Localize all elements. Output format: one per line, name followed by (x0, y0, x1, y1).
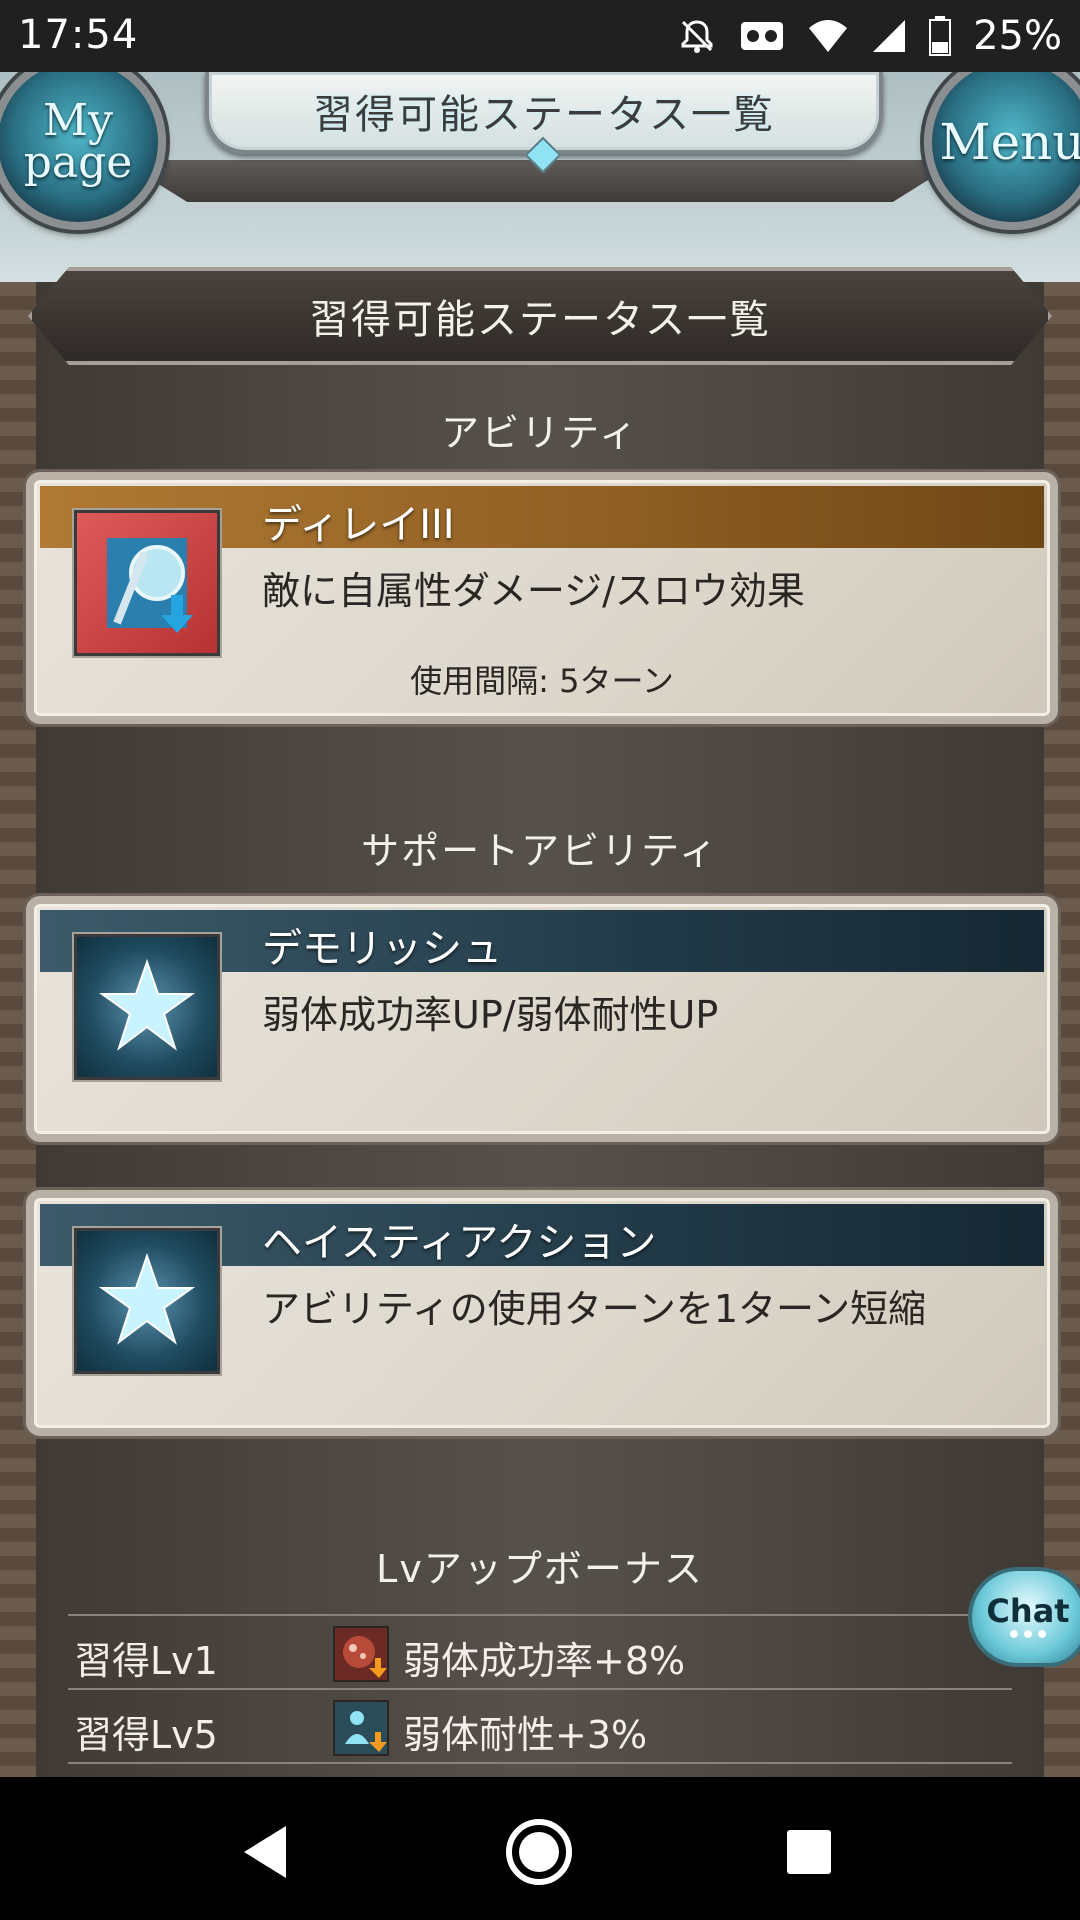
support-ability-description: アビリティの使用ターンを1ターン短縮 (262, 1287, 927, 1331)
back-button[interactable] (230, 1817, 300, 1887)
support-ability-card[interactable]: ヘイスティアクション アビリティの使用ターンを1ターン短縮 (26, 1190, 1058, 1436)
mypage-button[interactable]: My page (0, 72, 166, 230)
section-header: 習得可能ステータス一覧 (28, 267, 1052, 365)
chat-dots-icon: ••• (1006, 1623, 1050, 1648)
ability-name: ディレイIII (262, 502, 455, 548)
support-ability-name: ヘイスティアクション (262, 1220, 657, 1266)
ability-cooldown: 使用間隔: 5ターン (410, 662, 674, 700)
bonus-text: 弱体耐性+3% (403, 1713, 648, 1757)
menu-button[interactable]: Menu (924, 72, 1080, 230)
ability-card[interactable]: ディレイIII 敵に自属性ダメージ/スロウ効果 使用間隔: 5ターン (26, 472, 1058, 724)
bonus-text: 弱体成功率+8% (403, 1639, 686, 1683)
star-icon (74, 1228, 220, 1374)
game-screen: 習得可能ステータス一覧 My page Menu 習得可能ステータス一覧 アビリ… (0, 72, 1080, 1777)
status-bar: 17:54 25% (0, 0, 1080, 72)
debuff-resist-icon (333, 1700, 389, 1756)
debuff-success-icon (333, 1626, 389, 1682)
support-ability-heading: サポートアビリティ (0, 820, 1080, 875)
ability-heading: アビリティ (0, 402, 1080, 457)
level-bonus-heading: Lvアップボーナス (0, 1538, 1080, 1593)
bonus-level: 習得Lv5 (74, 1713, 218, 1757)
star-icon (74, 934, 220, 1080)
support-ability-name: デモリッシュ (262, 926, 502, 972)
system-nav-bar (0, 1777, 1080, 1920)
bonus-row: 習得Lv1 弱体成功率+8% (68, 1614, 1012, 1688)
notifications-off-icon (677, 16, 717, 56)
delay-icon (74, 510, 220, 656)
vr-icon (739, 18, 785, 54)
status-icons: 25% (677, 10, 1062, 62)
bonus-level: 習得Lv1 (74, 1639, 218, 1683)
signal-icon (871, 18, 907, 54)
nav-title: 習得可能ステータス一覧 (313, 92, 775, 138)
wifi-icon (807, 18, 849, 54)
ability-description: 敵に自属性ダメージ/スロウ効果 (262, 569, 805, 613)
battery-percent: 25% (973, 13, 1062, 59)
clock: 17:54 (18, 12, 139, 58)
bonus-divider (68, 1762, 1012, 1764)
support-ability-description: 弱体成功率UP/弱体耐性UP (262, 993, 719, 1037)
home-button[interactable] (504, 1817, 574, 1887)
bonus-row: 習得Lv5 弱体耐性+3% (68, 1688, 1012, 1762)
chat-button[interactable]: Chat ••• (968, 1567, 1080, 1667)
battery-icon (929, 16, 952, 56)
section-title: 習得可能ステータス一覧 (309, 297, 771, 343)
recents-button[interactable] (774, 1817, 844, 1887)
support-ability-card[interactable]: デモリッシュ 弱体成功率UP/弱体耐性UP (26, 896, 1058, 1142)
